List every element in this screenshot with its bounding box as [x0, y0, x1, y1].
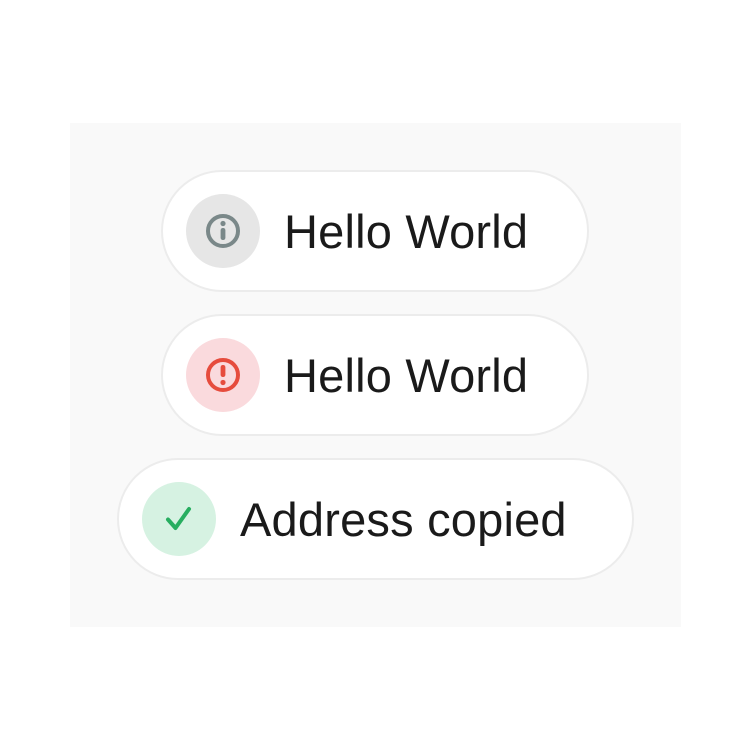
check-icon: [166, 507, 191, 530]
toast-info: Hello World: [161, 170, 589, 292]
toast-message: Hello World: [284, 204, 529, 258]
toast-message: Address copied: [240, 492, 567, 546]
toast-success: Address copied: [117, 458, 634, 580]
exclamation-circle-icon: [206, 358, 240, 392]
success-badge: [142, 482, 216, 556]
info-badge: [186, 194, 260, 268]
error-badge: [186, 338, 260, 412]
toast-error: Hello World: [161, 314, 589, 436]
info-circle-icon: [206, 214, 240, 248]
toast-message: Hello World: [284, 348, 529, 402]
